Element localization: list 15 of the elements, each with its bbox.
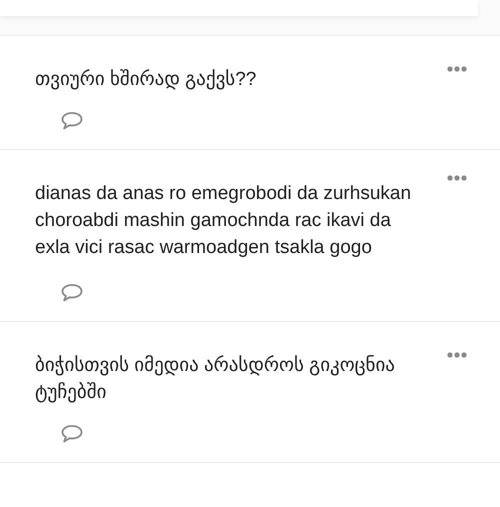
speech-bubble-icon bbox=[60, 283, 84, 303]
more-icon bbox=[447, 175, 467, 181]
comment-button[interactable] bbox=[60, 283, 84, 303]
comment-button[interactable] bbox=[60, 111, 84, 131]
post-text: თვიური ხშირად გაქვს?? bbox=[35, 68, 258, 92]
more-options-button[interactable] bbox=[446, 351, 468, 359]
more-options-button[interactable] bbox=[446, 65, 468, 73]
speech-bubble-icon bbox=[60, 111, 84, 131]
more-options-button[interactable] bbox=[446, 174, 468, 182]
post-text: ბიჭისთვის იმედია არასდროს გიკოცნია ტუჩებში bbox=[35, 354, 396, 405]
speech-bubble-icon bbox=[60, 424, 84, 444]
more-icon bbox=[447, 66, 467, 72]
post-text: dianas da anas ro emegrobodi da zurhsukan choroabdi mashin gamochnda rac ikavi da exla vici rasac warmoadgen tsakla gogo bbox=[35, 182, 412, 260]
comment-button[interactable] bbox=[60, 424, 84, 444]
more-icon bbox=[447, 352, 467, 358]
